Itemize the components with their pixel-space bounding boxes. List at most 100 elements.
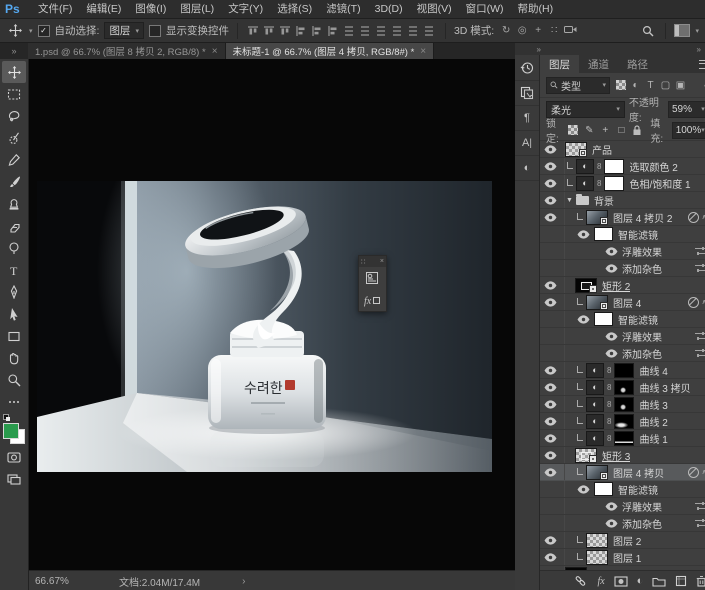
visibility-eye-icon[interactable] bbox=[544, 552, 557, 562]
layer-mask-thumbnail[interactable] bbox=[614, 362, 635, 378]
layer-row-smart[interactable]: 图层 4 拷贝 ∧ bbox=[540, 464, 705, 481]
adjustment-filter-icon[interactable]: ◐ bbox=[629, 78, 642, 92]
3d-pan-icon[interactable]: + bbox=[531, 25, 545, 37]
filter-blend-options-icon[interactable] bbox=[694, 247, 705, 255]
layer-name[interactable]: 曲线 2 bbox=[639, 414, 667, 429]
filter-blend-options-icon[interactable] bbox=[694, 332, 705, 340]
lock-transparency-icon[interactable] bbox=[567, 124, 579, 136]
delete-layer-icon[interactable] bbox=[696, 573, 705, 589]
distribute-left-edges-icon[interactable] bbox=[390, 23, 405, 38]
layer-row-shape[interactable]: 矩形 2 bbox=[540, 277, 705, 294]
properties-icon[interactable] bbox=[359, 267, 384, 289]
align-bottom-edges-icon[interactable] bbox=[278, 23, 293, 38]
filter-type-dropdown[interactable]: 类型 ▾ bbox=[546, 76, 610, 94]
visibility-eye-icon[interactable] bbox=[544, 297, 557, 307]
layer-name[interactable]: 选取颜色 2 bbox=[629, 159, 677, 174]
layer-name[interactable]: 曲线 3 拷贝 bbox=[639, 380, 690, 395]
shape-filter-icon[interactable]: ▢ bbox=[659, 78, 672, 92]
visibility-eye-icon[interactable] bbox=[544, 365, 557, 375]
filter-blend-options-icon[interactable] bbox=[694, 502, 705, 510]
adjustment-layer-icon[interactable]: ◐ bbox=[576, 158, 594, 174]
layer-row-effect[interactable]: 浮雕效果 bbox=[540, 498, 705, 515]
default-colors-icon[interactable] bbox=[3, 414, 10, 421]
layer-row-filters[interactable]: 智能滤镜 bbox=[540, 226, 705, 243]
layer-thumbnail[interactable] bbox=[586, 532, 608, 548]
hand-tool[interactable] bbox=[2, 347, 26, 369]
adjustment-layer-icon[interactable]: ◐ bbox=[586, 362, 604, 378]
3d-roll-icon[interactable]: ◎ bbox=[515, 25, 529, 37]
3d-slide-icon[interactable]: ∷ bbox=[547, 25, 561, 37]
visibility-eye-icon[interactable] bbox=[577, 484, 590, 494]
layer-row-filters[interactable]: 智能滤镜 bbox=[540, 481, 705, 498]
toolbar-collapse-chevron[interactable]: » bbox=[0, 43, 28, 59]
layer-name[interactable]: 智能滤镜 bbox=[618, 227, 658, 242]
menu-item-9[interactable]: 窗口(W) bbox=[459, 1, 511, 18]
screen-mode-icon[interactable] bbox=[4, 471, 24, 487]
align-right-edges-icon[interactable] bbox=[326, 23, 341, 38]
smart-filter-indicator-icon[interactable] bbox=[687, 296, 699, 308]
align-horizontal-centers-icon[interactable] bbox=[310, 23, 325, 38]
close-tab-icon[interactable]: × bbox=[420, 46, 426, 57]
layer-row-smart[interactable]: 图层 4 ∧ bbox=[540, 294, 705, 311]
opacity-value[interactable]: 59% ▾ bbox=[667, 100, 705, 118]
layer-row-smart[interactable]: 图层 4 拷贝 2 ∧ bbox=[540, 209, 705, 226]
menu-item-3[interactable]: 图层(L) bbox=[173, 1, 221, 18]
visibility-eye-icon[interactable] bbox=[544, 569, 557, 570]
visibility-eye-icon[interactable] bbox=[544, 450, 557, 460]
dodge-tool[interactable] bbox=[2, 237, 26, 259]
distribute-bottom-edges-icon[interactable] bbox=[374, 23, 389, 38]
foreground-color-swatch[interactable] bbox=[3, 423, 19, 439]
align-left-edges-icon[interactable] bbox=[294, 23, 309, 38]
menu-item-4[interactable]: 文字(Y) bbox=[221, 1, 270, 18]
filter-mask-thumbnail[interactable] bbox=[594, 482, 613, 496]
visibility-eye-icon[interactable] bbox=[605, 348, 618, 358]
auto-select-checkbox[interactable]: ✓ bbox=[37, 24, 50, 37]
layer-row-adjustment[interactable]: ◐ 8 选取颜色 2 bbox=[540, 158, 705, 175]
fill-value[interactable]: 100% ▾ bbox=[671, 121, 705, 139]
layer-name[interactable]: 添加杂色 bbox=[622, 261, 662, 276]
visibility-eye-icon[interactable] bbox=[544, 433, 557, 443]
layer-row-pixel[interactable]: 图层 1 bbox=[540, 549, 705, 566]
layer-name[interactable]: 浮雕效果 bbox=[622, 244, 662, 259]
marquee-tool[interactable] bbox=[2, 83, 26, 105]
layer-thumbnail[interactable] bbox=[575, 277, 597, 293]
brush-tool[interactable] bbox=[2, 171, 26, 193]
quick-select-tool[interactable] bbox=[2, 127, 26, 149]
layer-row-effect[interactable]: 添加杂色 bbox=[540, 345, 705, 362]
visibility-eye-icon[interactable] bbox=[544, 280, 557, 290]
add-mask-icon[interactable] bbox=[614, 573, 628, 589]
layer-row-shape[interactable]: 矩形 1 bbox=[540, 566, 705, 570]
layer-row-smartpixel[interactable]: 产品 bbox=[540, 141, 705, 158]
layer-mask-thumbnail[interactable] bbox=[614, 396, 635, 412]
link-layers-icon[interactable] bbox=[573, 573, 588, 589]
collapse-effects-chevron[interactable]: ∧ bbox=[702, 468, 705, 476]
panel-menu-icon[interactable] bbox=[698, 55, 705, 73]
align-top-edges-icon[interactable] bbox=[246, 23, 261, 38]
fx-icon[interactable]: fx bbox=[359, 289, 384, 311]
layer-thumbnail[interactable] bbox=[586, 209, 608, 225]
layer-thumbnail[interactable] bbox=[565, 141, 587, 157]
layer-thumbnail[interactable] bbox=[565, 566, 587, 570]
layer-mask-thumbnail[interactable] bbox=[604, 175, 625, 191]
layer-mask-thumbnail[interactable] bbox=[614, 379, 635, 395]
new-layer-icon[interactable] bbox=[675, 573, 687, 589]
tab-layers[interactable]: 图层 bbox=[540, 55, 579, 73]
strip-collapse-chevron[interactable]: » bbox=[515, 43, 545, 55]
new-group-icon[interactable] bbox=[652, 573, 666, 589]
distribute-horizontal-centers-icon[interactable] bbox=[406, 23, 421, 38]
layer-name[interactable]: 图层 4 bbox=[613, 295, 641, 310]
search-icon[interactable] bbox=[639, 22, 657, 40]
distribute-vertical-centers-icon[interactable] bbox=[358, 23, 373, 38]
layer-row-adjustment[interactable]: ◐ 8 色相/饱和度 1 bbox=[540, 175, 705, 192]
adjustment-layer-icon[interactable]: ◐ bbox=[586, 413, 604, 429]
auto-select-dropdown[interactable]: 图层 ▾ bbox=[104, 22, 144, 39]
type-filter-icon[interactable]: T bbox=[644, 78, 657, 92]
layer-name[interactable]: 曲线 1 bbox=[639, 431, 667, 446]
menu-item-1[interactable]: 编辑(E) bbox=[79, 1, 128, 18]
menu-item-5[interactable]: 选择(S) bbox=[270, 1, 319, 18]
layer-row-adjustment[interactable]: ◐ 8 曲线 3 bbox=[540, 396, 705, 413]
adjustment-layer-icon[interactable]: ◐ bbox=[586, 379, 604, 395]
pen-tool[interactable] bbox=[2, 281, 26, 303]
visibility-eye-icon[interactable] bbox=[544, 212, 557, 222]
visibility-eye-icon[interactable] bbox=[577, 314, 590, 324]
